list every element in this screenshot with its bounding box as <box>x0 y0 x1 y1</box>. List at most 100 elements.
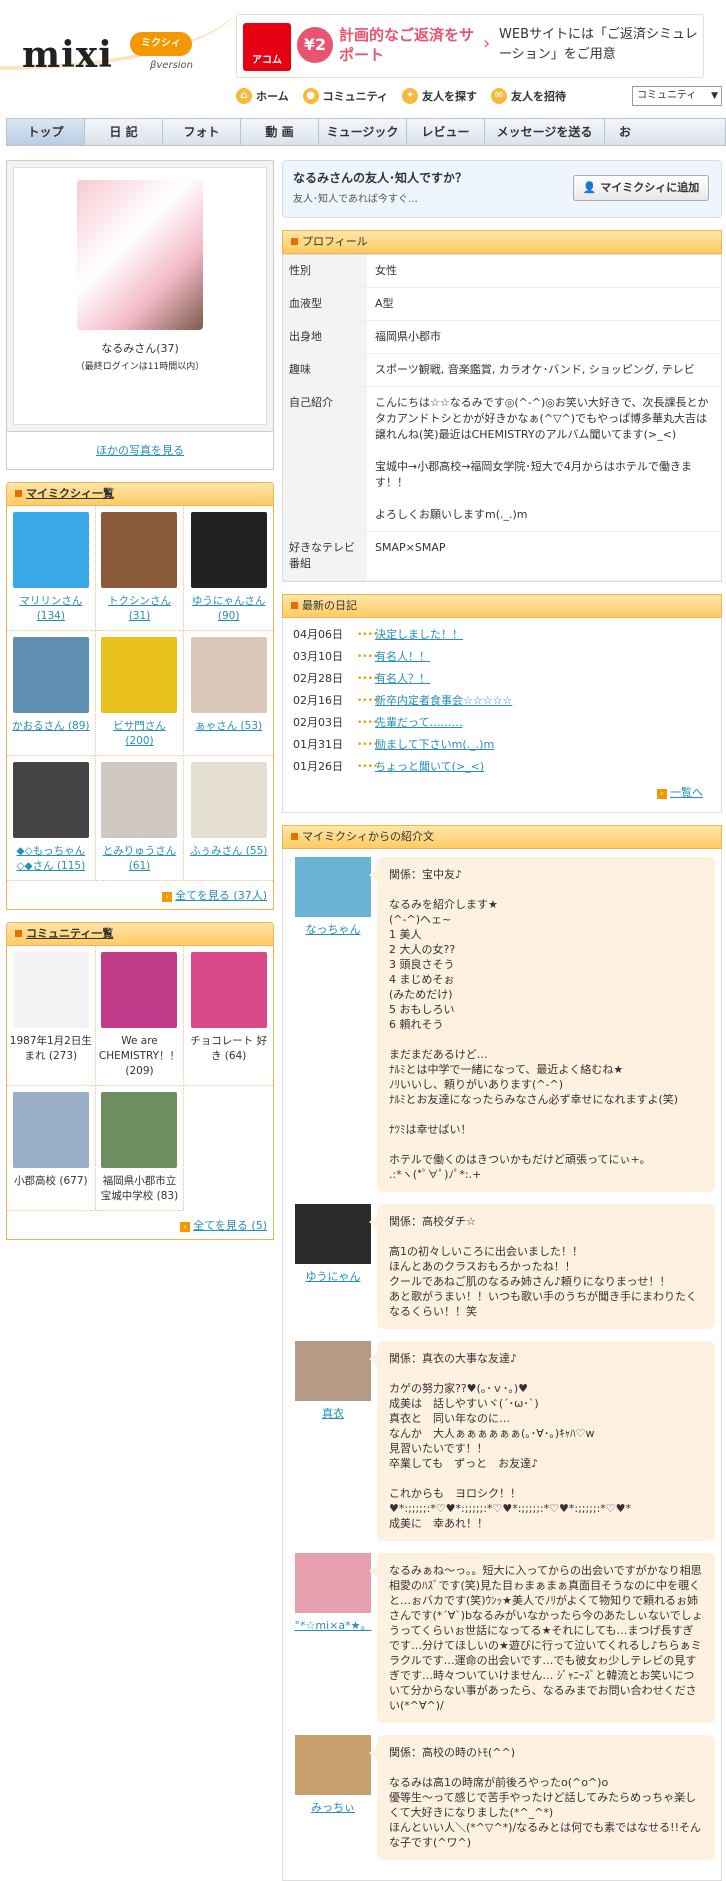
ad-brand-logo: アコム <box>243 23 291 71</box>
community-see-all-link[interactable]: 全てを見る (5) <box>193 1219 267 1232</box>
tab-top[interactable]: トップ <box>7 119 85 145</box>
community-thumbnail[interactable] <box>190 952 267 1028</box>
topnav-home[interactable]: ⌂ ホーム <box>236 88 289 104</box>
diary-title-link[interactable]: 決定しました！！ <box>375 624 463 646</box>
arrow-right-icon: › <box>162 892 173 902</box>
author-avatar[interactable] <box>295 857 371 917</box>
mymixi-friend[interactable]: ふぅみさん (55) <box>184 756 273 881</box>
mymixi-friend[interactable]: トクシンさん (31) <box>95 506 185 631</box>
tab-video[interactable]: 動 画 <box>241 119 319 145</box>
friend-thumbnail[interactable] <box>12 637 89 713</box>
community-thumbnail[interactable] <box>12 952 89 1028</box>
topnav-community[interactable]: ● コミュニティ <box>302 88 388 104</box>
mymixi-see-all-link[interactable]: 全てを見る (37人) <box>175 889 267 902</box>
friend-name-link[interactable]: マリリンさん (134) <box>19 595 82 622</box>
search-scope-value: コミュニティ <box>637 90 697 101</box>
community-item[interactable]: 1987年1月2日生まれ (273) <box>7 946 96 1086</box>
friend-thumbnail[interactable] <box>101 637 178 713</box>
tab-music[interactable]: ミュージック <box>319 119 407 145</box>
profile-key: 趣味 <box>283 354 367 386</box>
diary-title-link[interactable]: 新卒内定者食事会☆☆☆☆☆ <box>375 690 512 712</box>
mymixi-friend[interactable]: かおるさん (89) <box>7 631 96 756</box>
ad-headline: 計画的なご返済をサポート <box>339 26 475 64</box>
author-avatar[interactable] <box>295 1553 371 1613</box>
intro-entry: 真衣 関係：真衣の大事な友達♪ カゲの努力家??♥(｡･ｖ･｡)♥ 成美は 話しや… <box>289 1341 715 1541</box>
mixi-logo[interactable]: mixi <box>22 34 113 76</box>
topnav-invite-label: 友人を招待 <box>511 90 567 103</box>
add-mymixi-button[interactable]: 👤 マイミクシィに追加 <box>573 175 709 201</box>
mymixi-friend[interactable]: とみりゅうさん (61) <box>95 756 185 881</box>
tab-photo[interactable]: フォト <box>163 119 241 145</box>
friend-thumbnail[interactable] <box>12 762 89 838</box>
community-name: 1987年1月2日生まれ (273) <box>9 1035 92 1062</box>
diary-title-link[interactable]: 先輩だって……… <box>375 712 462 734</box>
diary-title-link[interactable]: 有名人？！ <box>375 668 430 690</box>
friend-name-link[interactable]: ビサ門さん (200) <box>113 720 166 747</box>
community-thumbnail[interactable] <box>101 952 178 1028</box>
diary-title-link[interactable]: 励まして下さいm(._.)m <box>375 734 494 756</box>
friend-thumbnail[interactable] <box>190 762 267 838</box>
home-icon: ⌂ <box>236 88 252 104</box>
community-item[interactable]: We are CHEMISTRY！！ (209) <box>95 946 185 1086</box>
author-avatar[interactable] <box>295 1735 371 1795</box>
community-thumbnail[interactable] <box>101 1092 178 1168</box>
diary-section-header: 最新の日記 <box>282 594 722 618</box>
tab-review[interactable]: レビュー <box>407 119 485 145</box>
author-name-link[interactable]: ゆうにゃん <box>306 1270 361 1283</box>
community-thumbnail[interactable] <box>12 1092 89 1168</box>
friend-name-link[interactable]: ぁゃさん (53) <box>195 720 262 732</box>
mymixi-friend[interactable]: ゆうにゃんさん (90) <box>184 506 273 631</box>
friend-thumbnail[interactable] <box>12 512 89 588</box>
community-item[interactable]: 福岡県小郡市立宝城中学校 (83) <box>95 1086 185 1211</box>
diary-date: 01月31日 <box>293 738 343 751</box>
ad-subtext: WEBサイトには「ご返済シミュレーション」をご用意 <box>499 27 698 62</box>
diary-more-link[interactable]: 一覧へ <box>670 786 703 799</box>
search-scope-select[interactable]: コミュニティ ▼ <box>632 86 722 106</box>
friend-name-link[interactable]: ふぅみさん (55) <box>190 845 267 857</box>
profile-key: 出身地 <box>283 321 367 353</box>
friend-thumbnail[interactable] <box>101 512 178 588</box>
topnav-find-friends[interactable]: ✦ 友人を探す <box>402 88 477 104</box>
mymixi-header: マイミクシィ一覧 <box>7 483 273 505</box>
friend-name-link[interactable]: かおるさん (89) <box>12 720 89 732</box>
mymixi-friend[interactable]: マリリンさん (134) <box>7 506 96 631</box>
author-avatar[interactable] <box>295 1341 371 1401</box>
friend-thumbnail[interactable] <box>190 512 267 588</box>
tab-send-message[interactable]: メッセージを送る <box>485 119 605 145</box>
community-title[interactable]: コミュニティ一覧 <box>26 927 113 940</box>
diary-title-link[interactable]: ちょっと聞いて(>_<) <box>375 756 484 778</box>
intro-author: ゆうにゃん <box>289 1204 377 1329</box>
community-name: 福岡県小郡市立宝城中学校 (83) <box>100 1175 179 1202</box>
community-see-all: › 全てを見る (5) <box>7 1211 273 1239</box>
friend-thumbnail[interactable] <box>190 637 267 713</box>
mymixi-friend[interactable]: ビサ門さん (200) <box>95 631 185 756</box>
diary-date: 02月16日 <box>293 694 343 707</box>
diary-entry: 04月06日 •••• 決定しました！！ <box>293 624 711 646</box>
mymixi-friend[interactable]: ◆◇もっちゃん◇◆さん (115) <box>7 756 96 881</box>
mymixi-friend[interactable]: ぁゃさん (53) <box>184 631 273 756</box>
diary-title-link[interactable]: 有名人！！ <box>375 646 430 668</box>
author-name-link[interactable]: °*☆mi×a*★。 <box>295 1619 372 1632</box>
author-avatar[interactable] <box>295 1204 371 1264</box>
community-item[interactable]: 小郡高校 (677) <box>7 1086 96 1211</box>
diary-entry: 02月16日 •••• 新卒内定者食事会☆☆☆☆☆ <box>293 690 711 712</box>
profile-photo[interactable] <box>77 180 203 330</box>
ad-banner[interactable]: アコム ¥2 計画的なご返済をサポート › WEBサイトには「ご返済シミュレーシ… <box>236 14 704 78</box>
author-name-link[interactable]: 真衣 <box>322 1407 344 1420</box>
tab-more[interactable]: お <box>605 119 645 145</box>
community-item[interactable]: チョコレート 好き (64) <box>184 946 273 1086</box>
invite-mail-icon: ✉ <box>491 88 508 104</box>
diary-entry: 03月10日 •••• 有名人！！ <box>293 646 711 668</box>
more-photos-link[interactable]: ほかの写真を見る <box>96 444 184 457</box>
author-name-link[interactable]: みっちぃ <box>311 1801 355 1814</box>
mymixi-title[interactable]: マイミクシィ一覧 <box>26 487 114 500</box>
friend-name-link[interactable]: とみりゅうさん (61) <box>103 845 177 872</box>
friend-name-link[interactable]: ゆうにゃんさん (90) <box>192 595 266 622</box>
friend-thumbnail[interactable] <box>101 762 178 838</box>
friend-name-link[interactable]: トクシンさん (31) <box>108 595 171 622</box>
friend-name-link[interactable]: ◆◇もっちゃん◇◆さん (115) <box>16 845 85 872</box>
tab-diary[interactable]: 日 記 <box>85 119 163 145</box>
intro-text: なるみぁね～っ。。短大に入ってからの出会いですがかなり相思相愛のﾊｽﾞです(笑)… <box>369 1553 715 1723</box>
topnav-invite[interactable]: ✉ 友人を招待 <box>491 88 566 104</box>
author-name-link[interactable]: なっちゃん <box>306 923 361 936</box>
